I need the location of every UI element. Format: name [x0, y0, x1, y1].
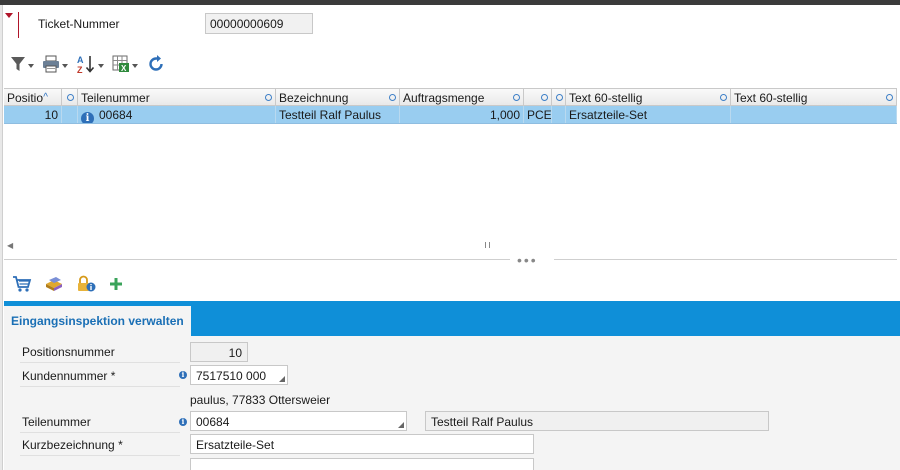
column-settings-icon [556, 94, 563, 101]
left-rail [0, 5, 3, 470]
positions-grid: Positio ^ Teilenummer Bezeichnung Auftra… [4, 88, 897, 124]
filter-icon [11, 57, 25, 71]
cell-teilenummer: i 00684 [78, 106, 276, 123]
sort-az-icon: AZ [77, 55, 95, 74]
kundennummer-field[interactable]: 7517510 000 [190, 365, 288, 385]
section-marker [18, 12, 19, 38]
cell-indicator [62, 106, 78, 123]
cell-position: 10 [4, 106, 62, 123]
kundennummer-label: Kundennummer * [22, 369, 116, 383]
scrollbar-grip[interactable] [485, 242, 490, 248]
chevron-down-icon [98, 64, 104, 68]
ticket-number-label: Ticket-Nummer [38, 17, 120, 31]
splitter-line [4, 259, 510, 260]
dropdown-corner-icon [279, 376, 285, 382]
positionsnummer-label: Positionsnummer [22, 345, 115, 359]
row-divider [20, 362, 180, 363]
column-header-indicator[interactable] [62, 89, 78, 105]
chevron-down-icon [62, 64, 68, 68]
column-header-einheit[interactable] [524, 89, 552, 105]
export-excel-icon: X [112, 55, 129, 73]
cell-text2 [731, 106, 897, 123]
column-settings-icon [720, 94, 727, 101]
cell-text1: Ersatzteile-Set [566, 106, 731, 123]
column-header-position[interactable]: Positio ^ [4, 89, 62, 105]
column-settings-icon [67, 94, 74, 101]
column-header-flag[interactable] [552, 89, 566, 105]
refresh-icon [149, 55, 163, 71]
column-header-bezeichnung[interactable]: Bezeichnung [276, 89, 400, 105]
column-settings-icon [265, 94, 272, 101]
add-button[interactable] [108, 276, 124, 295]
info-icon[interactable]: i [81, 112, 94, 123]
info-icon[interactable]: i [179, 371, 187, 379]
chevron-down-icon [28, 64, 34, 68]
row-divider [20, 432, 180, 433]
filter-button[interactable] [10, 53, 34, 75]
sort-button[interactable]: AZ [76, 53, 104, 75]
splitter-handle[interactable]: ••• [517, 252, 538, 268]
cell-flag [552, 106, 566, 123]
add-icon [110, 278, 122, 290]
dropdown-corner-icon [398, 422, 404, 428]
table-row[interactable]: 10 i 00684 Testteil Ralf Paulus 1,000 PCE… [4, 106, 897, 124]
teilenummer-description: Testteil Ralf Paulus [425, 411, 769, 431]
sort-ascending-icon: ^ [43, 92, 48, 103]
grid-toolbar: AZ X [10, 52, 166, 76]
window-top-bar [0, 0, 900, 5]
print-icon [43, 55, 59, 73]
print-button[interactable] [42, 53, 68, 75]
column-header-text1[interactable]: Text 60-stellig [566, 89, 731, 105]
teilenummer-field[interactable]: 00684 [190, 411, 407, 431]
ticket-number-field[interactable]: 00000000609 [205, 13, 313, 34]
info-icon[interactable]: i [179, 418, 187, 426]
svg-text:X: X [121, 64, 127, 73]
column-header-auftragsmenge[interactable]: Auftragsmenge [400, 89, 524, 105]
lock-info-icon [78, 275, 96, 292]
cart-icon [13, 276, 32, 292]
positionsnummer-field[interactable]: 10 [190, 342, 248, 362]
tab-eingangsinspektion[interactable]: Eingangsinspektion verwalten [4, 306, 191, 336]
column-settings-icon [513, 94, 520, 101]
chevron-down-icon [132, 64, 138, 68]
teilenummer-label: Teilenummer [22, 415, 91, 429]
cart-button[interactable] [12, 275, 32, 296]
row-divider [20, 455, 180, 456]
row-divider [20, 386, 180, 387]
collapse-triangle-icon[interactable] [5, 13, 13, 18]
scroll-left-arrow-icon[interactable]: ◀ [7, 241, 13, 250]
detail-toolbar [12, 275, 124, 296]
export-button[interactable]: X [112, 53, 138, 75]
parts-button[interactable] [44, 275, 64, 296]
column-header-text2[interactable]: Text 60-stellig [731, 89, 897, 105]
lock-info-button[interactable] [76, 275, 96, 296]
svg-text:A: A [77, 55, 84, 65]
cell-bezeichnung: Testteil Ralf Paulus [276, 106, 400, 123]
column-header-teilenummer[interactable]: Teilenummer [78, 89, 276, 105]
additional-text-field[interactable] [190, 458, 534, 470]
kurzbezeichnung-label: Kurzbezeichnung * [22, 438, 123, 452]
refresh-button[interactable] [146, 53, 166, 75]
svg-text:Z: Z [77, 65, 83, 74]
grid-header: Positio ^ Teilenummer Bezeichnung Auftra… [4, 88, 897, 106]
column-settings-icon [886, 94, 893, 101]
column-settings-icon [389, 94, 396, 101]
splitter-line [554, 259, 897, 260]
kurzbezeichnung-field[interactable]: Ersatzteile-Set [190, 434, 534, 454]
parts-box-icon [46, 277, 62, 291]
cell-einheit: PCE [524, 106, 552, 123]
cell-auftragsmenge: 1,000 [400, 106, 524, 123]
column-settings-icon [541, 94, 548, 101]
customer-address: paulus, 77833 Ottersweier [190, 393, 331, 407]
